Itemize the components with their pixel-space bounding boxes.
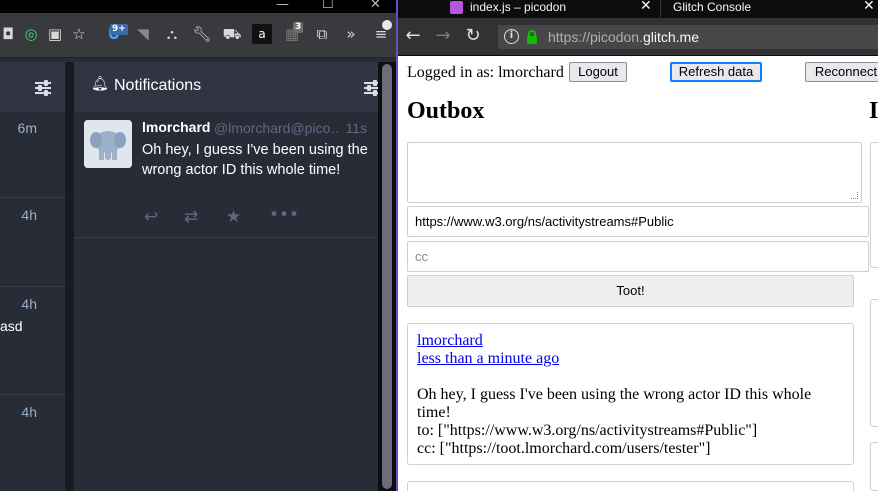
status-time: 6m <box>17 120 37 136</box>
maximize-icon[interactable]: ☐ <box>322 0 334 12</box>
to-field[interactable]: https://www.w3.org/ns/activitystreams#Pu… <box>407 206 869 237</box>
scrollbar[interactable] <box>378 62 396 491</box>
browser-toolbar: ◘ ◎ ▣ ☆ U 9+ ◥ ⛬ 🔧︎ ⛟ a ▦ 3 ⧉ » ≡ <box>0 13 396 58</box>
navigation-bar: ← → ↻ i https://picodon.glitch.me <box>398 18 878 56</box>
notifications-header[interactable]: 🔔︎ Notifications <box>74 62 380 112</box>
status-time: 4h <box>21 296 37 312</box>
rss-icon[interactable]: ◥ <box>133 24 153 44</box>
tab-close-icon[interactable]: ✕ <box>863 0 875 13</box>
pocket-icon[interactable]: ◘ <box>0 24 18 44</box>
inbox-heading: I <box>869 98 878 124</box>
bell-icon: 🔔︎ <box>91 76 109 92</box>
status-time: 4h <box>21 207 37 223</box>
update-dot-icon <box>382 20 392 30</box>
status-snippet: asd <box>0 318 23 334</box>
url-bar[interactable]: i https://picodon.glitch.me <box>498 25 878 49</box>
status-time: 4h <box>21 404 37 420</box>
circle-target-icon[interactable]: ◎ <box>21 24 41 44</box>
car-icon[interactable]: ⛟ <box>222 24 242 44</box>
post-time-link[interactable]: less than a minute ago <box>417 350 844 368</box>
tab-strip: index.js – picodon ✕ Glitch Console ✕ <box>398 0 878 18</box>
account-handle[interactable]: @lmorchard@pico… <box>214 120 339 136</box>
url-text[interactable]: https://picodon.glitch.me <box>548 29 699 45</box>
inbox-card-edge <box>870 142 878 268</box>
column-settings-icon[interactable] <box>35 80 51 96</box>
status-content: Oh hey, I guess I've been using the wron… <box>142 142 368 178</box>
logged-in-label: Logged in as: lmorchard <box>407 64 564 81</box>
mastodon-window: — ☐ ✕ ◘ ◎ ▣ ☆ U 9+ ◥ ⛬ 🔧︎ ⛟ a ▦ 3 ⧉ » ≡ … <box>0 0 396 491</box>
inbox-card-edge <box>870 442 878 491</box>
boost-icon[interactable]: ⇄ <box>184 208 198 226</box>
wrench-icon[interactable]: 🔧︎ <box>192 24 212 44</box>
home-column-header <box>0 62 65 112</box>
screenshot-icon[interactable]: ⧉ <box>312 24 332 44</box>
sign-icon[interactable]: ⛬ <box>162 24 182 44</box>
toot-textarea[interactable] <box>407 142 862 203</box>
lock-icon[interactable] <box>526 29 538 45</box>
amazon-icon[interactable]: a <box>252 24 272 44</box>
home-column-partial: 6m 4h 4h asd 4h <box>0 62 65 491</box>
tab-count-badge: 3 <box>293 22 304 33</box>
outbox-heading: Outbox <box>407 98 485 124</box>
back-arrow-icon[interactable]: ← <box>402 25 424 47</box>
minimize-icon[interactable]: — <box>276 0 289 12</box>
page-content: Logged in as: lmorchard Logout Refresh d… <box>398 56 878 491</box>
tab-label: Glitch Console <box>673 0 752 14</box>
tab-close-icon[interactable]: ✕ <box>640 0 652 13</box>
post-author-link[interactable]: lmorchard <box>417 332 844 350</box>
more-icon[interactable]: ••• <box>269 206 299 224</box>
inbox-card-edge <box>870 299 878 427</box>
status-time[interactable]: 11s <box>345 120 367 136</box>
tab-glitch-console[interactable]: Glitch Console ✕ <box>660 0 878 18</box>
toot-button[interactable]: Toot! <box>407 275 854 307</box>
outbox-post-next <box>407 481 854 491</box>
tab-label: index.js – picodon <box>470 0 567 14</box>
forward-arrow-icon[interactable]: → <box>432 25 454 47</box>
tab-index-js[interactable]: index.js – picodon ✕ <box>398 0 660 18</box>
left-titlebar: — ☐ ✕ <box>0 0 396 13</box>
bookmark-star-icon[interactable]: ☆ <box>69 24 89 44</box>
cc-field[interactable]: cc <box>407 241 869 272</box>
refresh-data-button[interactable]: Refresh data <box>670 62 762 82</box>
post-cc: cc: ["https://toot.lmorchard.com/users/t… <box>417 440 711 457</box>
post-content: Oh hey, I guess I've been using the wron… <box>417 386 812 421</box>
column-title: Notifications <box>114 77 202 94</box>
notifications-column: 🔔︎ Notifications lmorchard @lmorchard@pi… <box>74 62 380 491</box>
firefox-window: index.js – picodon ✕ Glitch Console ✕ ← … <box>398 0 878 491</box>
glitch-fish-icon <box>450 1 463 14</box>
post-to: to: ["https://www.w3.org/ns/activitystre… <box>417 422 758 439</box>
outbox-post: lmorchard less than a minute ago Oh hey,… <box>407 323 854 465</box>
scrollbar-thumb[interactable] <box>382 64 392 489</box>
reply-icon[interactable]: ↩ <box>144 208 158 226</box>
reload-icon[interactable]: ↻ <box>462 25 484 47</box>
display-name[interactable]: lmorchard <box>142 119 210 135</box>
logout-button[interactable]: Logout <box>569 62 627 82</box>
avatar[interactable] <box>84 120 132 168</box>
close-window-icon[interactable]: ✕ <box>370 0 381 12</box>
favourite-star-icon[interactable]: ★ <box>226 208 241 226</box>
overflow-icon[interactable]: » <box>341 24 361 44</box>
reader-icon[interactable]: ▣ <box>45 24 65 44</box>
reconnect-button[interactable]: Reconnect <box>805 62 878 82</box>
site-info-icon[interactable]: i <box>504 29 519 44</box>
column-gap <box>65 62 74 491</box>
extension-badge: 9+ <box>110 24 128 35</box>
elephant-avatar-icon <box>84 120 132 168</box>
resize-grip-icon[interactable] <box>851 192 858 199</box>
